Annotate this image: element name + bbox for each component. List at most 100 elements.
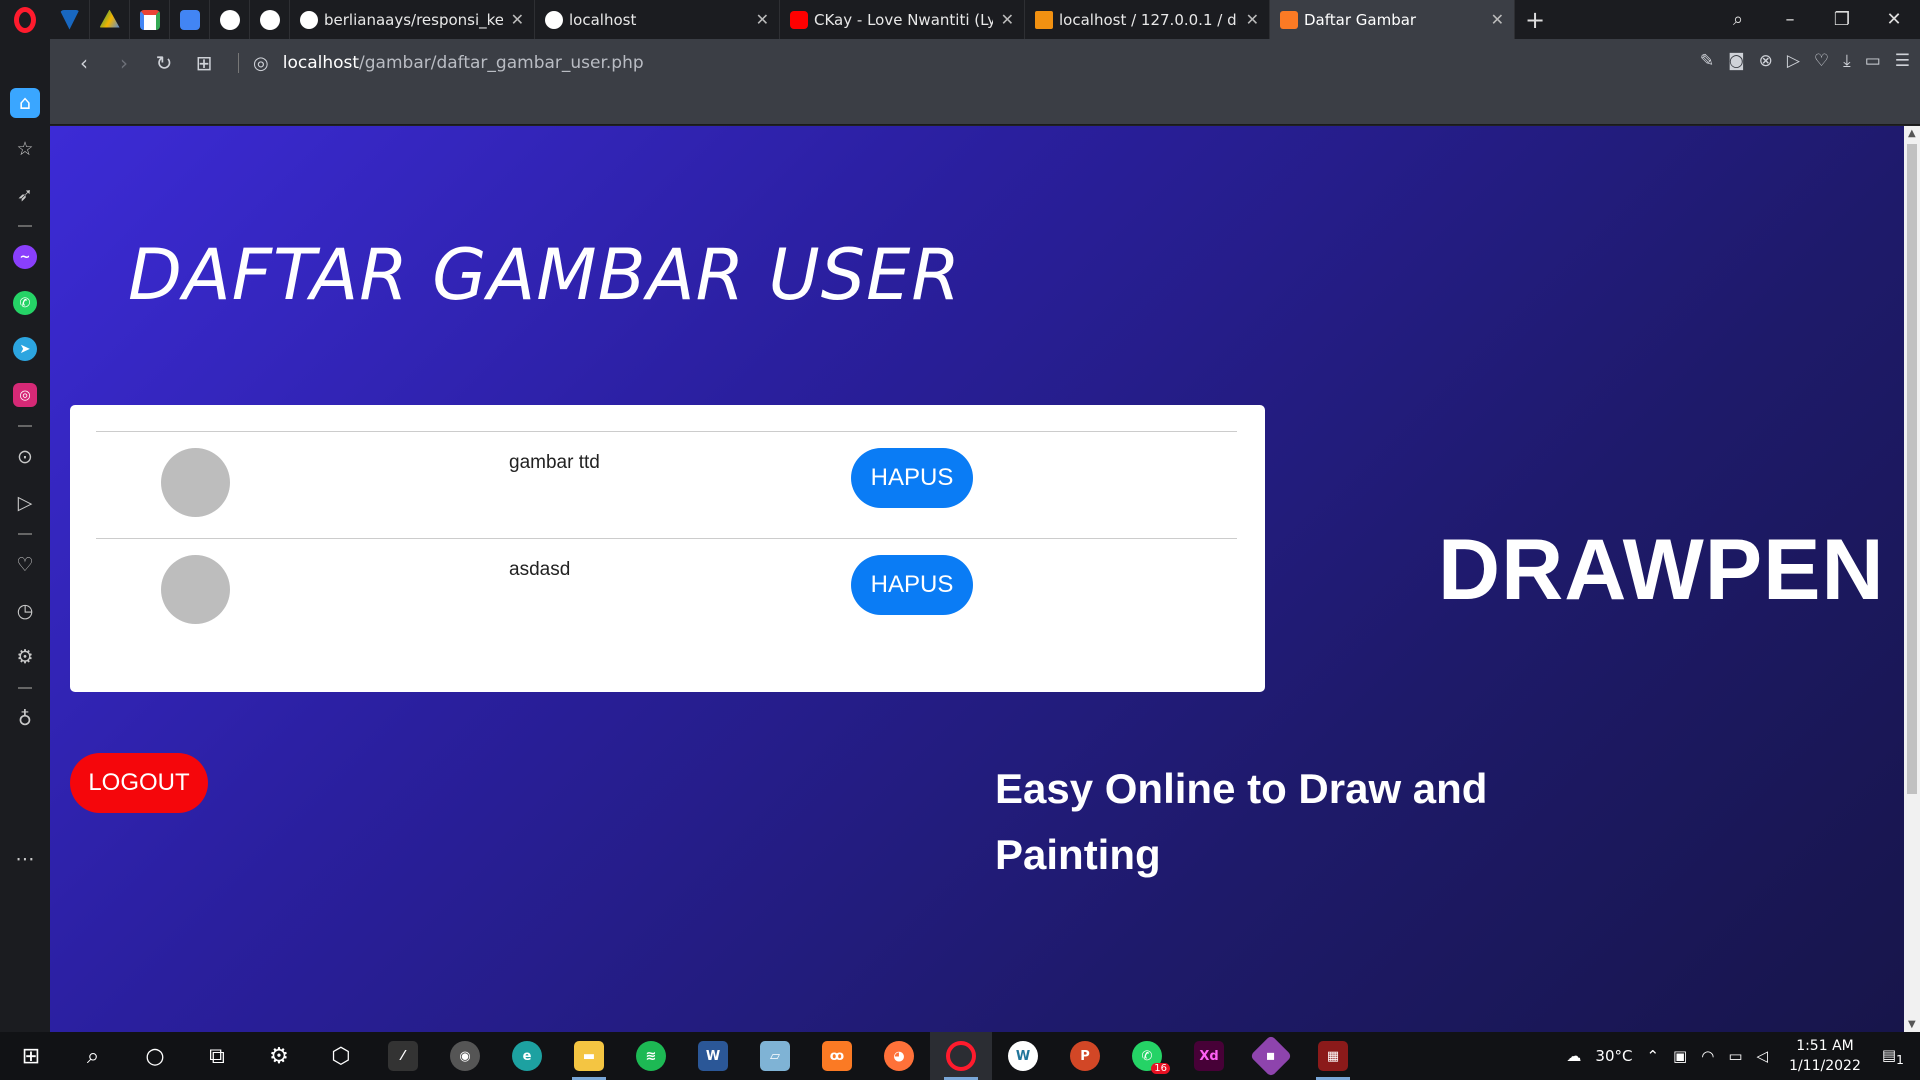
xampp-icon[interactable]: ꝏ (806, 1032, 868, 1080)
settings-icon[interactable]: ⚙ (10, 642, 40, 672)
url-path: /gambar/daftar_gambar_user.php (359, 53, 644, 73)
scrollbar-thumb[interactable] (1907, 144, 1917, 794)
task-view-icon[interactable]: ⧉ (186, 1032, 248, 1080)
minimize-button[interactable]: – (1764, 9, 1816, 30)
more-icon[interactable]: ⋯ (10, 844, 40, 874)
git-icon[interactable]: ◆ (1240, 1032, 1302, 1080)
tab-close-icon[interactable]: ✕ (1491, 10, 1504, 29)
whatsapp-taskbar-icon[interactable]: ✆ 16 (1116, 1032, 1178, 1080)
adblock-icon[interactable]: ⊗ (1759, 51, 1773, 71)
delete-button[interactable]: HAPUS (851, 555, 973, 615)
logout-button[interactable]: LOGOUT (70, 753, 208, 813)
heart-icon[interactable]: ♡ (1814, 51, 1829, 71)
scroll-up-icon[interactable]: ▲ (1908, 128, 1916, 139)
edit-icon[interactable]: ✎ (1700, 51, 1714, 71)
pinned-tab-github[interactable] (250, 0, 290, 39)
weather-icon[interactable]: ☁ (1566, 1047, 1581, 1065)
image-name: gambar ttd (509, 452, 600, 473)
telegram-icon[interactable]: ➤ (10, 334, 40, 364)
meet-icon[interactable]: ▣ (1673, 1047, 1687, 1065)
messenger-icon[interactable]: ~ (10, 242, 40, 272)
tab-phpmyadmin[interactable]: localhost / 127.0.0.1 / draw ✕ (1025, 0, 1270, 39)
reload-button[interactable]: ↻ (144, 51, 184, 75)
delete-button[interactable]: HAPUS (851, 448, 973, 508)
file-explorer-icon[interactable]: ▬ (558, 1032, 620, 1080)
flow-icon[interactable]: ▷ (1787, 51, 1800, 71)
time: 1:51 AM (1796, 1038, 1854, 1054)
wifi-icon[interactable]: ◠ (1701, 1047, 1714, 1065)
send-icon[interactable]: ▷ (10, 488, 40, 518)
opera-menu-icon[interactable] (0, 0, 50, 39)
restore-button[interactable]: ❐ (1816, 9, 1868, 30)
close-window-button[interactable]: ✕ (1868, 9, 1920, 30)
battery-icon[interactable]: ▭ (1728, 1047, 1742, 1065)
star-icon[interactable]: ☆ (10, 134, 40, 164)
media-app-icon[interactable]: ◉ (434, 1032, 496, 1080)
scroll-down-icon[interactable]: ▼ (1908, 1019, 1916, 1030)
adobe-xd-icon[interactable]: Xd (1178, 1032, 1240, 1080)
search-icon[interactable]: ⌕ (62, 1032, 124, 1080)
word-icon[interactable]: W (682, 1032, 744, 1080)
site-info-icon[interactable]: ◎ (253, 53, 269, 74)
lightbulb-icon[interactable]: ♁ (10, 704, 40, 734)
github-icon (300, 10, 318, 29)
tab-overview-icon[interactable]: ⊞ (184, 51, 224, 75)
easy-setup-icon[interactable]: ☰ (1895, 51, 1910, 71)
instagram-icon[interactable]: ◎ (10, 380, 40, 410)
new-tab-button[interactable]: + (1515, 6, 1555, 34)
history-icon[interactable]: ◷ (10, 596, 40, 626)
battery-saver-icon[interactable]: ▭ (1865, 51, 1881, 71)
whatsapp-icon[interactable]: ✆ (10, 288, 40, 318)
divider (18, 533, 32, 535)
3d-viewer-icon[interactable]: ⬡ (310, 1032, 372, 1080)
gmail-icon (139, 9, 160, 30)
home-icon[interactable]: ⌂ (10, 88, 40, 118)
opera-sidebar: ⌂ ☆ ➶ ~ ✆ ➤ ◎ ⊙ ▷ ♡ ◷ ⚙ ♁ ⋯ (0, 39, 50, 1032)
tab-close-icon[interactable]: ✕ (511, 10, 524, 29)
cortana-icon[interactable]: ○ (124, 1032, 186, 1080)
weather-temp[interactable]: 30°C (1595, 1047, 1632, 1065)
wordpress-icon[interactable]: W (992, 1032, 1054, 1080)
edge-icon[interactable]: e (496, 1032, 558, 1080)
powerpoint-icon[interactable]: P (1054, 1032, 1116, 1080)
notepad-icon[interactable]: ▱ (744, 1032, 806, 1080)
pinned-tab-gmail[interactable] (130, 0, 170, 39)
divider (238, 53, 239, 73)
rocket-icon[interactable]: ➶ (10, 180, 40, 210)
google-docs-icon (179, 9, 200, 30)
clock[interactable]: 1:51 AM 1/11/2022 (1789, 1036, 1861, 1076)
tab-localhost[interactable]: localhost ✕ (535, 0, 780, 39)
tab-close-icon[interactable]: ✕ (756, 10, 769, 29)
firefox-icon[interactable]: ◕ (868, 1032, 930, 1080)
forward-button[interactable]: › (104, 51, 144, 75)
heart-icon[interactable]: ♡ (10, 550, 40, 580)
pinned-tab-globe[interactable] (210, 0, 250, 39)
chevron-up-icon[interactable]: ⌃ (1646, 1047, 1659, 1065)
download-icon[interactable]: ⤓ (1843, 51, 1851, 71)
settings-app-icon[interactable]: ⚙ (248, 1032, 310, 1080)
tab-search-icon[interactable]: ⌕ (1712, 9, 1764, 30)
tab-github-repo[interactable]: berlianaays/responsi_kelom ✕ (290, 0, 535, 39)
table-row: gambar ttd HAPUS (96, 431, 1237, 538)
tab-youtube[interactable]: CKay - Love Nwantiti (Lyrics ✕ (780, 0, 1025, 39)
snapshot-icon[interactable]: ◙ (1728, 51, 1745, 71)
notification-icon[interactable]: ▤1 (1882, 1046, 1904, 1067)
tab-close-icon[interactable]: ✕ (1001, 10, 1014, 29)
pinned-tab-vuetify[interactable] (50, 0, 90, 39)
volume-icon[interactable]: ◁ (1757, 1047, 1769, 1065)
back-button[interactable]: ‹ (64, 51, 104, 75)
spotify-icon[interactable]: ≋ (620, 1032, 682, 1080)
start-button[interactable]: ⊞ (0, 1032, 62, 1080)
opera-taskbar-icon[interactable] (930, 1032, 992, 1080)
app-icon[interactable]: ⁄ (372, 1032, 434, 1080)
tab-close-icon[interactable]: ✕ (1246, 10, 1259, 29)
globe-icon (545, 10, 563, 29)
url-field[interactable]: localhost/gambar/daftar_gambar_user.php (283, 53, 644, 73)
date: 1/11/2022 (1789, 1058, 1861, 1074)
winrar-icon[interactable]: ▦ (1302, 1032, 1364, 1080)
tab-daftar-gambar[interactable]: Daftar Gambar ✕ (1270, 0, 1515, 39)
pinned-tab-docs[interactable] (170, 0, 210, 39)
page-scrollbar[interactable]: ▲ ▼ (1904, 126, 1920, 1032)
pinned-tab-drive[interactable] (90, 0, 130, 39)
player-icon[interactable]: ⊙ (10, 442, 40, 472)
